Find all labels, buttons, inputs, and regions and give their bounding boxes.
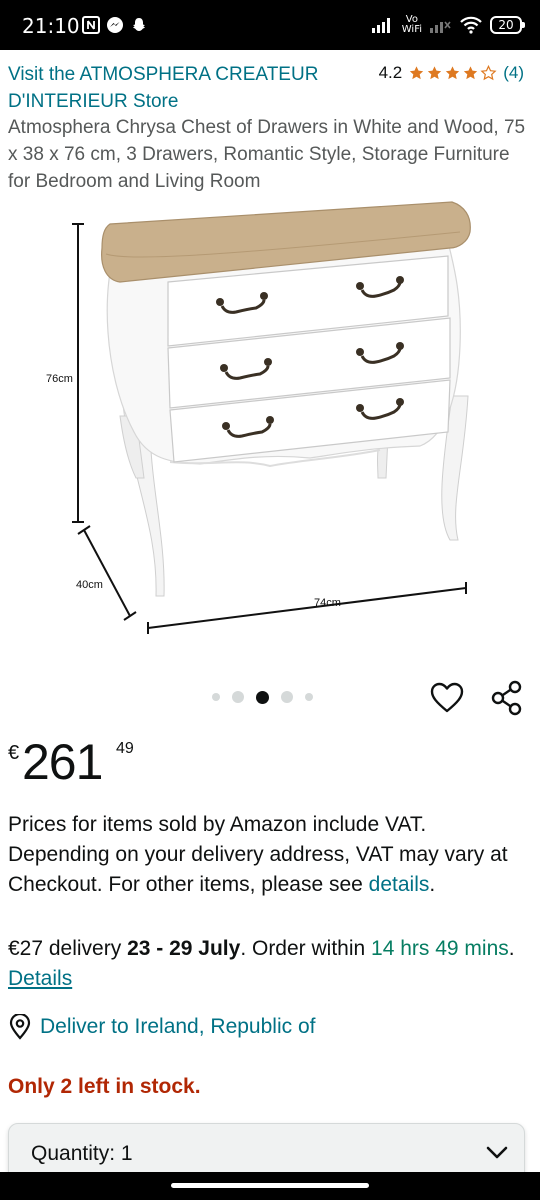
height-dimension-label: 76cm xyxy=(46,373,73,385)
home-indicator[interactable] xyxy=(171,1183,369,1188)
delivery-dates: 23 - 29 July xyxy=(127,937,241,960)
vat-notice-suffix: . xyxy=(429,873,436,896)
store-link[interactable]: Visit the ATMOSPHERA CREATEUR D'INTERIEU… xyxy=(8,61,328,115)
status-notification-icons xyxy=(82,14,148,36)
system-navigation-bar xyxy=(0,1172,540,1200)
rating-value: 4.2 xyxy=(378,63,403,82)
location-pin-icon xyxy=(9,1014,31,1040)
carousel-dot-active[interactable] xyxy=(256,690,269,704)
chest-of-drawers-illustration: 76cm 40cm 74cm xyxy=(46,201,471,634)
battery-icon: 20 xyxy=(490,16,525,34)
status-bar: 21:10 Vo WiFi 20 xyxy=(0,0,540,50)
delivery-order-within: . Order within xyxy=(240,937,372,960)
quantity-label: Quantity: 1 xyxy=(31,1142,133,1165)
wishlist-button[interactable] xyxy=(428,680,466,716)
vowifi-bottom: WiFi xyxy=(401,24,422,35)
price-currency-symbol: € xyxy=(8,742,20,764)
star-rating xyxy=(408,65,497,81)
messenger-icon xyxy=(107,17,123,33)
product-title: Atmosphera Chrysa Chest of Drawers in Wh… xyxy=(8,117,526,192)
carousel-dot[interactable] xyxy=(281,691,293,703)
star-icon xyxy=(446,66,460,80)
delivery-countdown: 14 hrs 49 mins xyxy=(371,937,509,960)
vowifi-indicator: Vo WiFi xyxy=(402,15,422,35)
share-button[interactable] xyxy=(488,678,526,718)
deliver-to-text: Deliver to Ireland, Republic of xyxy=(40,1015,316,1038)
width-dimension-label: 74cm xyxy=(314,597,341,609)
share-icon xyxy=(491,680,522,716)
chevron-down-icon xyxy=(486,1146,508,1159)
stock-status: Only 2 left in stock. xyxy=(8,1075,201,1098)
deliver-to-location[interactable]: Deliver to Ireland, Republic of xyxy=(8,1012,315,1042)
rating-count: (4) xyxy=(503,63,524,82)
snapchat-icon xyxy=(133,18,145,31)
product-image[interactable]: 76cm 40cm 74cm xyxy=(40,196,500,646)
star-icon xyxy=(428,66,442,80)
nfc-icon xyxy=(82,16,100,34)
delivery-info: €27 delivery 23 - 29 July. Order within … xyxy=(8,934,528,994)
signal-weak-icon xyxy=(430,21,451,33)
delivery-cost: €27 delivery xyxy=(8,937,128,960)
star-icon xyxy=(464,66,478,80)
delivery-details-link[interactable]: Details xyxy=(8,967,72,990)
delivery-period: . xyxy=(508,937,515,960)
depth-dimension-label: 40cm xyxy=(76,579,103,591)
wifi-icon xyxy=(460,16,482,34)
carousel-dot[interactable] xyxy=(212,693,220,701)
carousel-dot[interactable] xyxy=(232,691,244,703)
signal-icon xyxy=(371,18,390,33)
image-carousel-dots[interactable] xyxy=(212,690,313,704)
star-icon xyxy=(410,66,424,80)
price-fraction: 49 xyxy=(116,740,134,757)
status-time: 21:10 xyxy=(22,14,80,38)
price-whole: 261 xyxy=(22,734,103,790)
star-outline-icon xyxy=(480,65,497,81)
rating-summary[interactable]: 4.2 (4) xyxy=(379,61,524,85)
vat-notice: Prices for items sold by Amazon include … xyxy=(8,810,518,900)
vat-details-link[interactable]: details xyxy=(369,873,430,896)
carousel-dot[interactable] xyxy=(305,693,313,701)
status-system-icons: Vo WiFi 20 xyxy=(371,12,525,38)
heart-icon xyxy=(430,682,464,713)
